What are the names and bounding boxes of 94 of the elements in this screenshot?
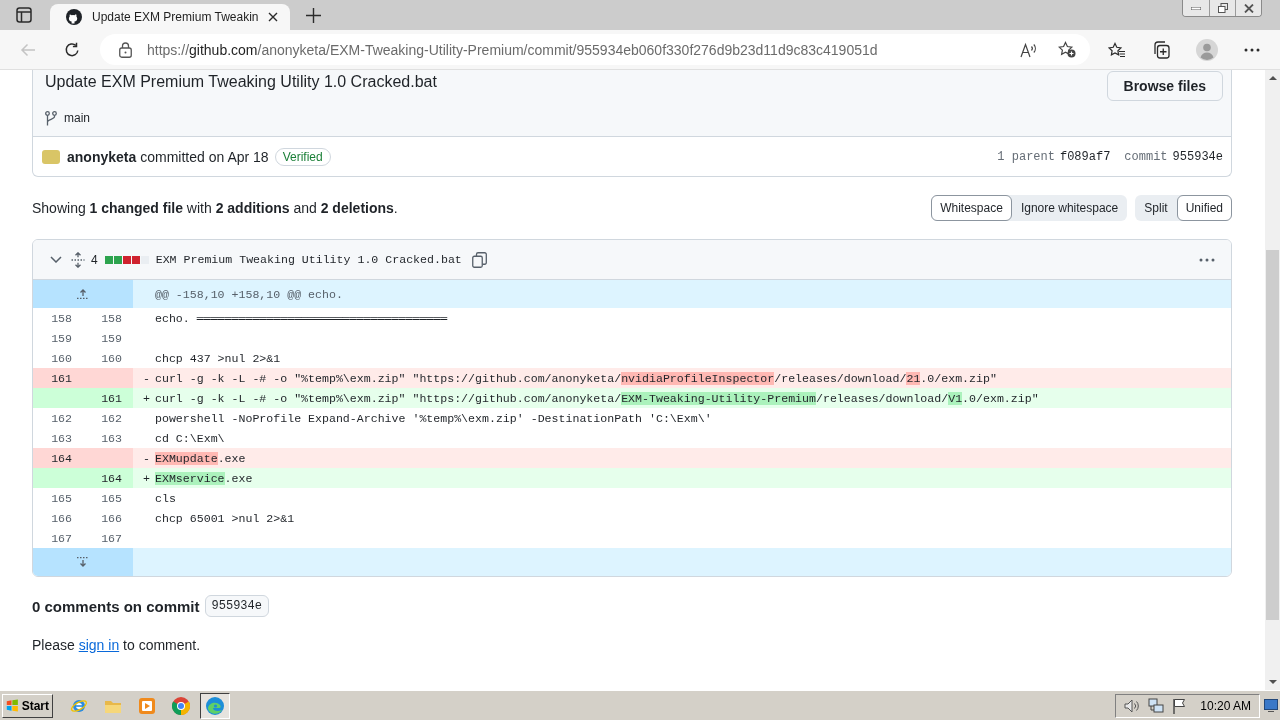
code-text: chcp 437 >nul 2>&1 <box>155 351 281 365</box>
comments-heading: 0 comments on commit <box>32 597 200 615</box>
line-number: 165 <box>51 491 72 505</box>
code-text: EXMupdate.exe <box>155 451 246 465</box>
speaker-icon[interactable] <box>1124 698 1141 713</box>
view-mode-option[interactable]: Unified <box>1176 195 1232 221</box>
ball-logo-icon[interactable] <box>172 696 190 715</box>
line-number: 165 <box>101 491 122 505</box>
commit-label: commit <box>1124 149 1168 164</box>
diff-marker: - <box>143 451 151 465</box>
code-text: curl -g -k -L -# -o "%temp%\exm.zip" "https://github.com/anonyketa/EXM-Tweaking-Utility-Premium/releases/download/V1.0/exm.zip" <box>155 391 1039 405</box>
line-number: 164 <box>101 471 122 485</box>
collections-icon[interactable] <box>1152 40 1170 59</box>
read-aloud-icon[interactable] <box>1020 41 1038 58</box>
reload-icon[interactable] <box>64 41 80 58</box>
diff-marker: + <box>143 391 151 405</box>
line-number: 162 <box>101 411 122 425</box>
desktop-icon[interactable] <box>1264 699 1278 712</box>
commit-title: Update EXM Premium Tweaking Utility 1.0 Cracked.bat <box>45 72 437 92</box>
branch-icon <box>45 110 57 126</box>
star-plus-icon[interactable] <box>1058 41 1076 58</box>
line-number: 158 <box>51 311 72 325</box>
code-text: curl -g -k -L -# -o "%temp%\exm.zip" "https://github.com/anonyketa/nvidiaProfileInspector/releases/download/21.0/exm.zip" <box>155 371 997 385</box>
profile-icon[interactable] <box>1196 38 1218 61</box>
minimize-icon <box>1191 6 1201 10</box>
start-button[interactable]: Start <box>2 693 53 718</box>
close-icon[interactable] <box>268 12 278 22</box>
line-number: 163 <box>51 431 72 445</box>
line-number: 160 <box>101 351 122 365</box>
file-name[interactable]: EXM Premium Tweaking Utility 1.0 Cracked.bat <box>155 253 462 266</box>
line-number: 167 <box>51 531 72 545</box>
commit-date-text: committed on Apr 18 <box>140 148 269 165</box>
copy-icon[interactable] <box>471 251 487 268</box>
taskbar-button[interactable] <box>200 692 230 719</box>
flag-logo-icon <box>6 698 19 713</box>
code-text: echo. ════════════════════════════════════ <box>155 311 448 325</box>
flag-icon[interactable] <box>1172 697 1187 714</box>
line-number: 162 <box>51 411 72 425</box>
favorites-icon[interactable] <box>1108 41 1126 58</box>
browse-files-button[interactable]: Browse files <box>1106 71 1223 101</box>
view-mode-option[interactable]: Split <box>1135 195 1177 221</box>
expand-down-icon <box>77 557 89 567</box>
more-icon[interactable] <box>1199 257 1215 262</box>
line-number: 166 <box>51 511 72 525</box>
close-button[interactable] <box>1235 0 1261 16</box>
scroll-down-icon[interactable] <box>1268 680 1277 684</box>
lock-icon[interactable] <box>119 41 132 58</box>
chevron-icon[interactable] <box>50 256 62 263</box>
diff-marker: + <box>143 471 151 485</box>
restore-button[interactable] <box>1209 0 1235 16</box>
line-number: 163 <box>101 431 122 445</box>
code-text: cls <box>155 491 176 505</box>
code-text: EXMservice.exe <box>155 471 253 485</box>
author-link[interactable]: anonyketa <box>67 148 137 165</box>
parent-sha-link[interactable]: f089af7 <box>1059 149 1111 164</box>
play-tile-icon[interactable] <box>139 697 155 714</box>
parent-label: 1 parent <box>997 149 1055 164</box>
cat-logo-icon <box>66 9 82 25</box>
line-number: 160 <box>51 351 72 365</box>
plus-icon[interactable] <box>306 7 321 23</box>
line-number: 158 <box>101 311 122 325</box>
sign-in-prompt: Please sign in to comment. <box>32 636 202 654</box>
line-number: 159 <box>51 331 72 345</box>
commit-sha: 955934e <box>204 595 269 617</box>
whitespace-option[interactable]: Ignore whitespace <box>1011 195 1128 221</box>
scroll-up-icon[interactable] <box>1268 76 1277 80</box>
whitespace-option[interactable]: Whitespace <box>931 195 1012 221</box>
more-icon[interactable] <box>1244 47 1260 52</box>
code-text: powershell -NoProfile Expand-Archive '%temp%\exm.zip' -DestinationPath 'C:\Exm\' <box>155 411 712 425</box>
diff-marker: - <box>143 371 151 385</box>
diff-summary: Showing 1 changed file with 2 additions and 2 deletions. <box>32 200 398 216</box>
branch-name[interactable]: main <box>64 111 90 125</box>
line-number: 166 <box>101 511 122 525</box>
line-number: 161 <box>51 371 72 385</box>
scrollbar-thumb[interactable] <box>1266 250 1279 620</box>
line-number: 164 <box>51 451 72 465</box>
unfold-icon[interactable] <box>71 251 85 268</box>
line-number: 159 <box>101 331 122 345</box>
line-number: 167 <box>101 531 122 545</box>
code-text: cd C:\Exm\ <box>155 431 225 445</box>
code-text: chcp 65001 >nul 2>&1 <box>155 511 295 525</box>
hunk-text: @@ -158,10 +158,10 @@ echo. <box>154 287 344 301</box>
window-icon[interactable] <box>16 7 32 23</box>
address-bar[interactable]: https://github.com/anonyketa/EXM-Tweaking-Utility-Premium/commit/955934eb060f330f276d9b23d11d9c83c419051d <box>100 34 1090 65</box>
close-icon <box>1243 3 1254 13</box>
sign-in-link[interactable]: sign in <box>78 637 120 653</box>
browser-tab[interactable]: Update EXM Premium Tweakin <box>50 4 290 30</box>
commit-sha: 955934e <box>1172 149 1223 164</box>
clock-time[interactable]: 10:20 AM <box>1200 698 1251 713</box>
line-number: 161 <box>101 391 122 405</box>
expand-up-icon <box>77 289 89 299</box>
network-icon[interactable] <box>1148 697 1165 714</box>
change-count: 4 <box>91 252 98 267</box>
restore-icon <box>1217 3 1228 13</box>
